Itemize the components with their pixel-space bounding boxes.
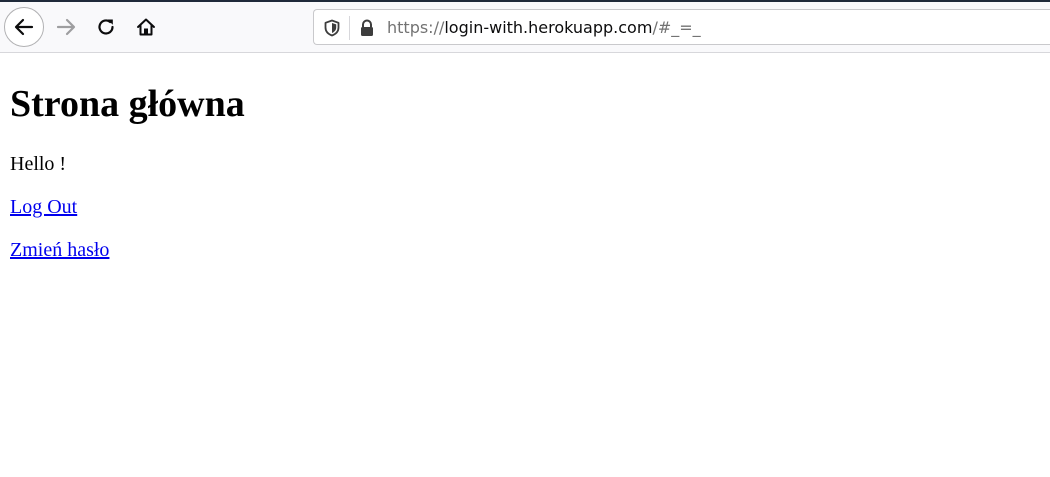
forward-button[interactable] (46, 7, 86, 47)
url-text[interactable]: https://login-with.herokuapp.com/#_=_ (387, 18, 701, 38)
browser-toolbar: https://login-with.herokuapp.com/#_=_ (0, 2, 1050, 53)
reload-button[interactable] (86, 7, 126, 47)
arrow-right-icon (56, 18, 76, 36)
logout-link[interactable]: Log Out (10, 196, 77, 219)
change-password-link-row: Zmień hasło (10, 239, 1040, 262)
url-scheme: https:// (387, 18, 445, 37)
lock-icon[interactable] (357, 18, 377, 38)
back-button[interactable] (4, 7, 44, 47)
home-button[interactable] (126, 7, 166, 47)
shield-icon[interactable] (322, 18, 342, 38)
address-bar-divider (349, 16, 350, 40)
page-content: Strona główna Hello ! Log Out Zmień hasł… (10, 53, 1040, 262)
change-password-link[interactable]: Zmień hasło (10, 239, 109, 262)
address-bar[interactable]: https://login-with.herokuapp.com/#_=_ (313, 9, 1050, 45)
arrow-left-icon (14, 18, 34, 36)
url-host: login-with.herokuapp.com (444, 18, 653, 37)
home-icon (137, 18, 155, 36)
greeting-text: Hello ! (10, 153, 67, 175)
page-title: Strona główna (10, 83, 245, 125)
logout-link-row: Log Out (10, 196, 1040, 219)
url-path: /#_=_ (652, 18, 701, 37)
reload-icon (98, 19, 114, 35)
